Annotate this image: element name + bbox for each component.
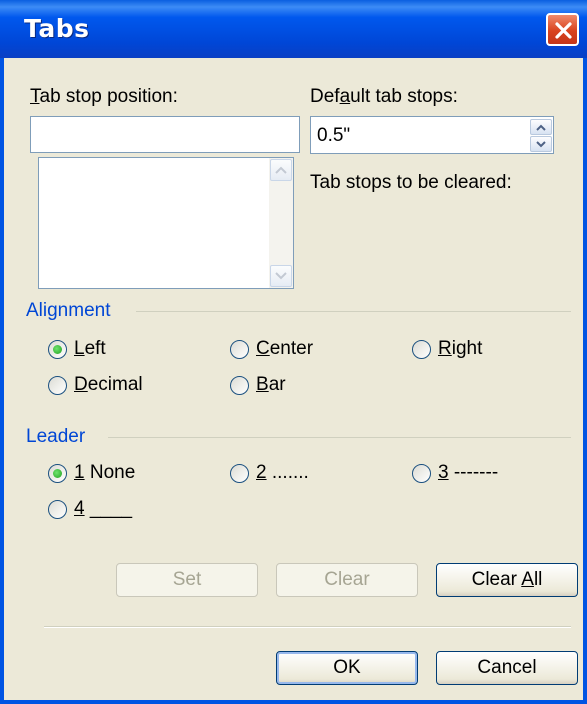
radio-checked-icon [48, 339, 67, 359]
close-x-icon [555, 22, 572, 39]
radio-checked-icon [48, 463, 67, 483]
radio-unchecked-icon [412, 463, 431, 483]
tab-stop-position-input[interactable] [30, 116, 300, 153]
spin-up-icon [536, 124, 546, 131]
alignment-left-radio[interactable]: Left [48, 338, 106, 360]
leader-3-label: 3 ------- [438, 462, 499, 483]
spin-down-icon [536, 140, 546, 147]
scroll-down-button[interactable] [270, 265, 292, 287]
ok-button[interactable]: OK [276, 651, 418, 685]
alignment-bar-radio[interactable]: Bar [230, 374, 286, 396]
title-bar[interactable]: Tabs [0, 0, 587, 58]
default-tab-stops-spinner[interactable]: 0.5" [310, 116, 554, 154]
alignment-bar-label: Bar [256, 374, 286, 395]
default-tab-stops-label: Default tab stops: [310, 86, 458, 107]
leader-4-radio[interactable]: 4 ____ [48, 498, 132, 520]
clear-all-label: Clear All [471, 569, 543, 590]
leader-1-radio[interactable]: 1 None [48, 462, 135, 484]
alignment-center-radio[interactable]: Center [230, 338, 313, 360]
tab-stop-list[interactable] [38, 157, 294, 289]
leader-4-label: 4 ____ [74, 498, 133, 519]
tab-stop-position-label: Tab stop position: [30, 86, 178, 107]
leader-1-label: 1 None [74, 462, 136, 483]
spin-up-button[interactable] [530, 119, 552, 135]
scroll-down-arrow-icon [275, 272, 287, 280]
default-tab-stops-value[interactable]: 0.5" [317, 125, 350, 147]
leader-2-radio[interactable]: 2 ....... [230, 462, 309, 484]
clear-all-button[interactable]: Clear All [436, 563, 578, 597]
radio-unchecked-icon [230, 339, 249, 359]
radio-unchecked-icon [230, 463, 249, 483]
radio-unchecked-icon [48, 499, 67, 519]
alignment-center-label: Center [256, 338, 314, 359]
alignment-decimal-label: Decimal [74, 374, 143, 395]
cancel-button[interactable]: Cancel [436, 651, 578, 685]
scroll-up-arrow-icon [275, 166, 287, 174]
radio-unchecked-icon [48, 375, 67, 395]
alignment-divider [136, 311, 571, 312]
leader-group-title: Leader [26, 426, 86, 447]
alignment-right-radio[interactable]: Right [412, 338, 482, 360]
alignment-left-label: Left [74, 338, 106, 359]
tab-stops-cleared-label: Tab stops to be cleared: [310, 172, 512, 193]
radio-unchecked-icon [412, 339, 431, 359]
tabs-dialog: Tabs Tab stop position: Default tab stop… [0, 0, 587, 704]
set-button[interactable]: Set [116, 563, 258, 597]
scroll-up-button[interactable] [270, 159, 292, 181]
leader-2-label: 2 ....... [256, 462, 309, 483]
alignment-group-title: Alignment [26, 300, 111, 321]
leader-3-radio[interactable]: 3 ------- [412, 462, 498, 484]
spin-buttons [530, 118, 552, 152]
alignment-right-label: Right [438, 338, 483, 359]
spin-down-button[interactable] [530, 136, 552, 152]
clear-button[interactable]: Clear [276, 563, 418, 597]
leader-divider [108, 437, 571, 438]
close-button[interactable] [546, 13, 579, 46]
alignment-decimal-radio[interactable]: Decimal [48, 374, 143, 396]
radio-unchecked-icon [230, 375, 249, 395]
button-separator [44, 626, 571, 628]
window-title: Tabs [24, 14, 90, 43]
list-scrollbar[interactable] [269, 158, 293, 288]
